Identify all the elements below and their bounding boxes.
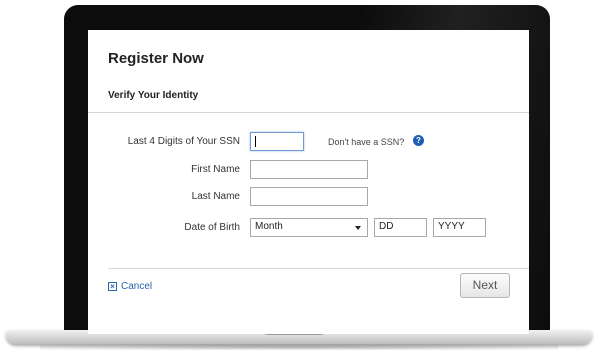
no-ssn-text: Don't have a SSN? — [328, 137, 405, 147]
day-input[interactable]: DD — [374, 218, 427, 237]
first-name-label: First Name — [191, 164, 240, 175]
laptop-shadow — [40, 344, 558, 350]
cancel-label: Cancel — [121, 281, 153, 292]
chevron-down-icon — [355, 226, 361, 230]
last-name-label: Last Name — [191, 191, 240, 202]
dob-label: Date of Birth — [184, 222, 240, 233]
last-name-input[interactable] — [250, 187, 368, 206]
section-subtitle: Verify Your Identity — [108, 90, 199, 101]
close-icon: × — [108, 282, 117, 291]
text-caret — [255, 136, 256, 147]
question-circle-icon[interactable]: ? — [413, 135, 424, 146]
cancel-link[interactable]: × Cancel — [108, 281, 152, 292]
ssn-label: Last 4 Digits of Your SSN — [127, 136, 240, 147]
ssn-input[interactable] — [250, 132, 304, 151]
first-name-input[interactable] — [250, 160, 368, 179]
month-select[interactable]: Month — [250, 218, 368, 237]
month-select-value: Month — [255, 221, 283, 232]
page-title: Register Now — [108, 50, 204, 67]
year-input[interactable]: YYYY — [433, 218, 486, 237]
next-button[interactable]: Next — [460, 273, 510, 298]
screen: Register Now Verify Your Identity Last 4… — [88, 30, 529, 334]
bottom-divider — [108, 268, 529, 269]
top-divider — [88, 112, 529, 113]
